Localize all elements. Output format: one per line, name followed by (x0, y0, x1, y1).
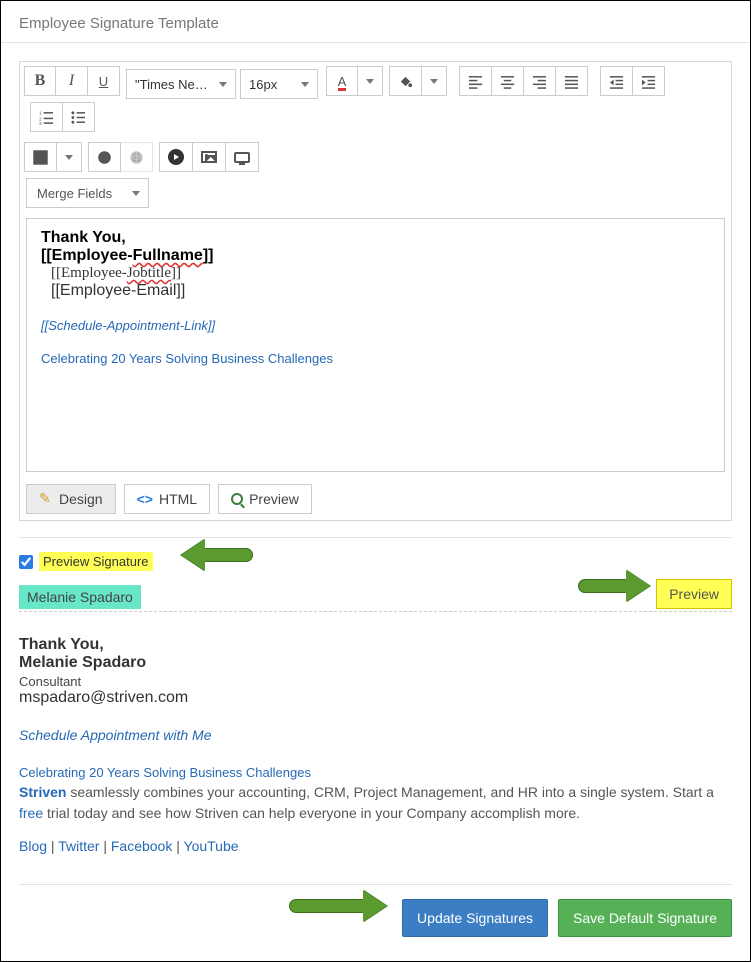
signature-preview: Thank You, Melanie Spadaro Consultant ms… (19, 636, 732, 854)
svg-text:1: 1 (39, 110, 42, 115)
italic-button[interactable]: I (56, 66, 88, 96)
preview-signature-checkbox[interactable] (19, 555, 33, 569)
insert-image-button[interactable] (193, 142, 226, 172)
caret-down-icon (430, 79, 438, 84)
link-twitter[interactable]: Twitter (58, 838, 99, 854)
ordered-list-icon: 123 (39, 110, 54, 125)
caret-down-icon (219, 82, 227, 87)
sp-name: Melanie Spadaro (19, 654, 732, 672)
insert-table-dropdown[interactable] (57, 142, 82, 172)
font-size-select[interactable]: 16px (240, 69, 318, 99)
sp-thank-you: Thank You, (19, 636, 732, 654)
unlink-icon (129, 150, 144, 165)
indent-icon (641, 74, 656, 89)
editor-content[interactable]: Thank You, [[Employee-Fullname]] [[Emplo… (27, 219, 724, 471)
merge-fields-select[interactable]: Merge Fields (26, 178, 149, 208)
update-signatures-button[interactable]: Update Signatures (402, 899, 548, 937)
unordered-list-button[interactable] (63, 102, 95, 132)
screen-icon (234, 152, 250, 163)
sp-email: mspadaro@striven.com (19, 689, 732, 707)
preview-signature-label: Preview Signature (39, 552, 153, 571)
editor-mode-tabs: Design <> HTML Preview (20, 478, 731, 520)
pencil-icon (39, 492, 53, 506)
remove-link-button[interactable] (121, 142, 153, 172)
indent-button[interactable] (633, 66, 665, 96)
align-justify-button[interactable] (556, 66, 588, 96)
play-icon (168, 149, 184, 165)
sp-free-link[interactable]: free (19, 805, 43, 821)
editor-email-field: [[Employee-Email]] (51, 282, 710, 300)
align-center-button[interactable] (492, 66, 524, 96)
caret-down-icon (132, 191, 140, 196)
image-icon (201, 151, 217, 163)
insert-table-button[interactable] (24, 142, 57, 172)
link-youtube[interactable]: YouTube (184, 838, 239, 854)
align-left-icon (468, 74, 483, 89)
insert-embed-button[interactable] (226, 142, 259, 172)
font-color-dropdown[interactable] (358, 66, 383, 96)
preview-signature-row: Preview Signature (19, 552, 732, 571)
bold-button[interactable]: B (24, 66, 56, 96)
outdent-button[interactable] (600, 66, 633, 96)
preview-employee-row: Melanie Spadaro Preview (19, 579, 732, 612)
font-family-value: "Times Ne… (135, 77, 208, 92)
table-icon (33, 150, 48, 165)
align-center-icon (500, 74, 515, 89)
font-size-value: 16px (249, 77, 277, 92)
caret-down-icon (65, 155, 73, 160)
sp-jobtitle: Consultant (19, 674, 732, 689)
editor-thank-you: Thank You, (41, 229, 126, 246)
tab-html[interactable]: <> HTML (124, 484, 210, 514)
link-icon (97, 150, 112, 165)
link-blog[interactable]: Blog (19, 838, 47, 854)
align-right-button[interactable] (524, 66, 556, 96)
tab-html-label: HTML (159, 491, 197, 507)
svg-text:3: 3 (39, 121, 42, 125)
align-right-icon (532, 74, 547, 89)
save-default-signature-button[interactable]: Save Default Signature (558, 899, 732, 937)
editor-content-wrapper: Thank You, [[Employee-Fullname]] [[Emplo… (26, 218, 725, 472)
align-left-button[interactable] (459, 66, 492, 96)
tab-design[interactable]: Design (26, 484, 116, 514)
rich-text-editor: B I U "Times Ne… 16px A (19, 61, 732, 521)
insert-link-button[interactable] (88, 142, 121, 172)
sp-tagline: Celebrating 20 Years Solving Business Ch… (19, 765, 732, 780)
font-family-select[interactable]: "Times Ne… (126, 69, 236, 99)
editor-toolbar-2 (20, 138, 731, 178)
highlight-color-button[interactable] (389, 66, 422, 96)
align-justify-icon (564, 74, 579, 89)
editor-toolbar: B I U "Times Ne… 16px A (20, 62, 731, 138)
preview-button[interactable]: Preview (656, 579, 732, 609)
caret-down-icon (301, 82, 309, 87)
unordered-list-icon (71, 110, 86, 125)
font-color-button[interactable]: A (326, 66, 358, 96)
tab-preview[interactable]: Preview (218, 484, 312, 514)
caret-down-icon (366, 79, 374, 84)
editor-schedule-link: [[Schedule-Appointment-Link]] (41, 318, 710, 333)
link-facebook[interactable]: Facebook (111, 838, 172, 854)
paint-bucket-icon (398, 74, 413, 89)
tab-preview-label: Preview (249, 491, 299, 507)
underline-button[interactable]: U (88, 66, 120, 96)
sp-schedule-link[interactable]: Schedule Appointment with Me (19, 727, 732, 743)
ordered-list-button[interactable]: 123 (30, 102, 63, 132)
tab-design-label: Design (59, 491, 103, 507)
insert-video-button[interactable] (159, 142, 193, 172)
merge-fields-label: Merge Fields (37, 186, 112, 201)
code-icon: <> (137, 491, 153, 507)
footer-actions: Update Signatures Save Default Signature (19, 884, 732, 943)
magnifier-icon (231, 493, 243, 505)
page-title: Employee Signature Template (1, 1, 750, 43)
sp-striven-link[interactable]: Striven (19, 784, 66, 800)
sp-body: Striven seamlessly combines your account… (19, 782, 732, 824)
employee-name-chip[interactable]: Melanie Spadaro (19, 585, 141, 609)
highlight-color-dropdown[interactable] (422, 66, 447, 96)
editor-tagline: Celebrating 20 Years Solving Business Ch… (41, 351, 710, 366)
outdent-icon (609, 74, 624, 89)
sp-social-links: Blog | Twitter | Facebook | YouTube (19, 838, 732, 854)
